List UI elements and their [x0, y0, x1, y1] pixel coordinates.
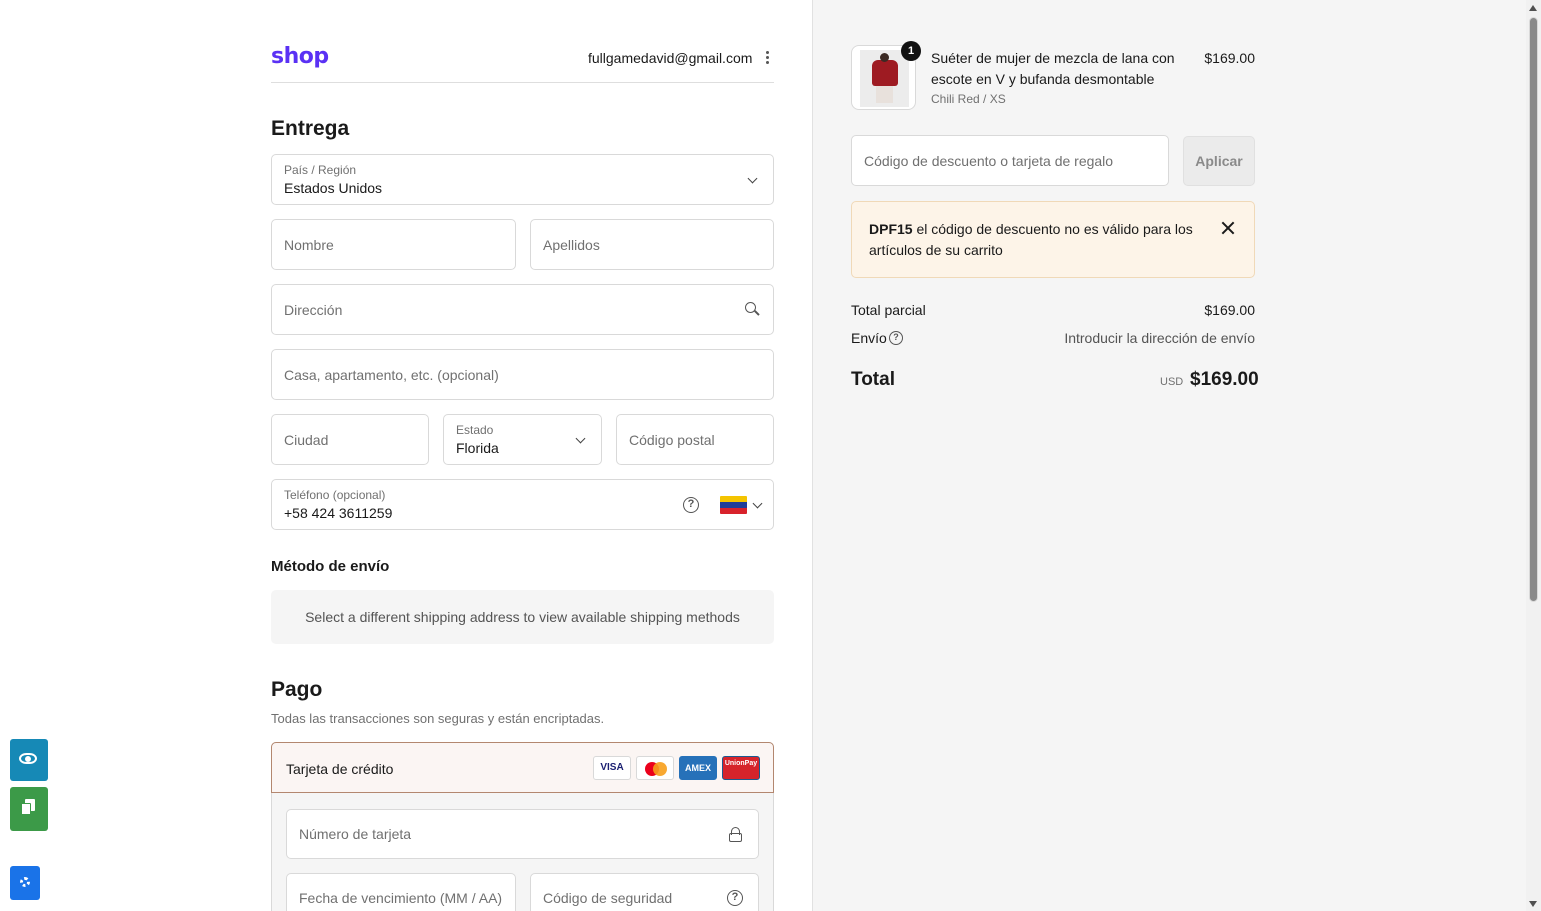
help-icon[interactable]: ? — [727, 890, 743, 906]
help-icon[interactable]: ? — [889, 331, 903, 345]
alert-code: DPF15 — [869, 221, 913, 237]
alert-message: DPF15 el código de descuento no es válid… — [869, 219, 1209, 261]
product-variant: Chili Red / XS — [931, 92, 1006, 106]
account-email: fullgamedavid@gmail.com — [588, 50, 753, 66]
card-number-placeholder: Número de tarjeta — [299, 826, 412, 842]
credit-card-label: Tarjeta de crédito — [286, 761, 394, 777]
scrollbar-thumb[interactable] — [1529, 17, 1538, 602]
settings-extension-button[interactable] — [10, 866, 40, 900]
close-icon[interactable] — [1221, 221, 1235, 235]
chevron-down-icon[interactable] — [752, 498, 763, 509]
state-value: Florida — [456, 440, 499, 456]
visa-icon: VISA — [593, 756, 631, 780]
country-label: País / Región — [284, 163, 357, 177]
view-extension-button[interactable] — [10, 739, 48, 781]
checkout-main: shop fullgamedavid@gmail.com Entrega Paí… — [0, 0, 812, 911]
scroll-up-icon[interactable] — [1529, 5, 1537, 11]
state-select[interactable]: Estado Florida — [443, 414, 602, 465]
credit-card-option[interactable]: Tarjeta de crédito VISA AMEX UnionPay — [271, 742, 774, 793]
search-icon — [745, 302, 760, 316]
subtotal-value: $169.00 — [1204, 302, 1255, 318]
gear-icon — [20, 877, 30, 887]
quantity-badge: 1 — [901, 41, 921, 61]
address-field[interactable]: Dirección — [271, 284, 774, 335]
amex-icon: AMEX — [679, 756, 717, 780]
phone-field[interactable]: Teléfono (opcional) +58 424 3611259 ? — [271, 479, 774, 530]
discount-code-field[interactable]: Código de descuento o tarjeta de regalo — [851, 135, 1169, 186]
help-icon[interactable]: ? — [683, 497, 699, 513]
apply-discount-button[interactable]: Aplicar — [1183, 136, 1255, 186]
shop-logo[interactable]: shop — [271, 44, 329, 69]
alert-text: el código de descuento no es válido para… — [869, 221, 1193, 258]
shipping-value: Introducir la dirección de envío — [1064, 330, 1255, 346]
first-name-field[interactable]: Nombre — [271, 219, 516, 270]
total-label: Total — [851, 369, 895, 390]
copy-extension-button[interactable] — [10, 787, 48, 831]
chevron-down-icon — [747, 173, 758, 184]
shipping-method-message: Select a different shipping address to v… — [305, 609, 740, 625]
phone-label: Teléfono (opcional) — [284, 488, 386, 502]
city-field[interactable]: Ciudad — [271, 414, 429, 465]
last-name-field[interactable]: Apellidos — [530, 219, 774, 270]
discount-error-alert: DPF15 el código de descuento no es válid… — [851, 201, 1255, 278]
country-select[interactable]: País / Región Estados Unidos — [271, 154, 774, 205]
expiry-field[interactable]: Fecha de vencimiento (MM / AA) — [286, 873, 516, 911]
first-name-placeholder: Nombre — [284, 236, 334, 253]
unionpay-icon: UnionPay — [722, 756, 760, 780]
payment-panel: Tarjeta de crédito VISA AMEX UnionPay Nú… — [271, 742, 774, 911]
state-label: Estado — [456, 423, 494, 437]
scroll-down-icon[interactable] — [1529, 901, 1537, 907]
venezuela-flag-icon[interactable] — [720, 496, 747, 514]
mastercard-icon — [636, 756, 674, 780]
zip-placeholder: Código postal — [629, 431, 715, 448]
subtotal-label: Total parcial — [851, 302, 926, 318]
payment-subtitle: Todas las transacciones son seguras y es… — [271, 711, 605, 726]
product-name: Suéter de mujer de mezcla de lana con es… — [931, 50, 1175, 87]
payment-title: Pago — [271, 678, 323, 701]
lock-icon — [729, 827, 742, 842]
chevron-down-icon — [575, 433, 586, 444]
discount-code-placeholder: Código de descuento o tarjeta de regalo — [864, 152, 1114, 169]
total-value: $169.00 — [1190, 369, 1259, 390]
shipping-method-notice: Select a different shipping address to v… — [271, 590, 774, 644]
security-code-field[interactable]: Código de seguridad ? — [530, 873, 759, 911]
page-scrollbar[interactable] — [1526, 0, 1541, 911]
product-price: $169.00 — [1204, 50, 1255, 66]
apartment-placeholder: Casa, apartamento, etc. (opcional) — [284, 366, 499, 383]
shipping-label: Envío — [851, 330, 887, 346]
delivery-title: Entrega — [271, 117, 350, 140]
last-name-placeholder: Apellidos — [543, 236, 600, 253]
total-currency: USD — [1160, 376, 1184, 388]
security-code-placeholder: Código de seguridad — [543, 890, 673, 906]
zip-field[interactable]: Código postal — [616, 414, 774, 465]
address-placeholder: Dirección — [284, 301, 343, 318]
shipping-method-title: Método de envío — [271, 558, 390, 575]
card-number-field[interactable]: Número de tarjeta — [286, 809, 759, 859]
city-placeholder: Ciudad — [284, 431, 329, 448]
more-options-icon[interactable] — [762, 50, 772, 66]
apartment-field[interactable]: Casa, apartamento, etc. (opcional) — [271, 349, 774, 400]
country-value: Estados Unidos — [284, 180, 383, 196]
expiry-placeholder: Fecha de vencimiento (MM / AA) — [299, 890, 503, 906]
header-divider — [271, 82, 774, 83]
phone-value: +58 424 3611259 — [284, 505, 393, 521]
